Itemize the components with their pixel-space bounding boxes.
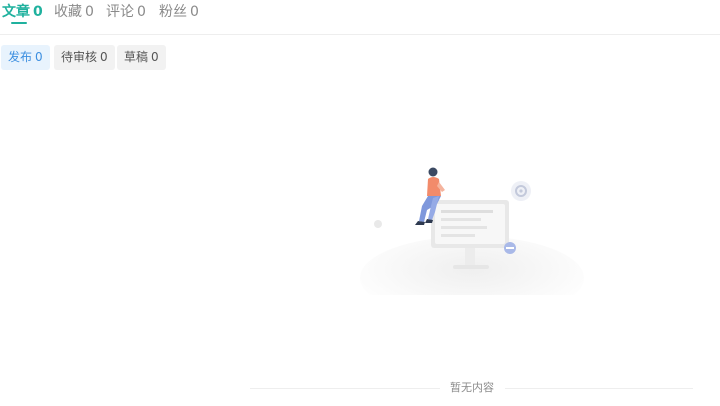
tab-label: 粉丝 — [159, 4, 187, 20]
tab-favorites[interactable]: 收藏 0 — [54, 3, 94, 21]
profile-content-page: 文章 0 收藏 0 评论 0 粉丝 0 发布 0 待审核 0 草稿 0 暂无内容 — [0, 0, 720, 406]
tab-count: 0 — [137, 4, 146, 20]
tab-comments[interactable]: 评论 0 — [106, 3, 146, 21]
filter-label: 发布 — [8, 50, 33, 64]
filter-pending-review[interactable]: 待审核 0 — [54, 45, 115, 70]
settings-bubble-icon — [511, 181, 531, 201]
tab-count: 0 — [190, 4, 199, 20]
tab-label: 收藏 — [54, 4, 82, 20]
tab-label: 文章 — [2, 4, 30, 20]
divider-right — [505, 388, 693, 389]
filter-count: 0 — [35, 50, 43, 64]
filter-drafts[interactable]: 草稿 0 — [117, 45, 166, 70]
tab-count: 0 — [85, 4, 94, 20]
filter-count: 0 — [100, 50, 108, 64]
filter-label: 草稿 — [124, 50, 149, 64]
divider-left — [250, 388, 440, 389]
empty-state-text: 暂无内容 — [446, 380, 498, 396]
filter-published[interactable]: 发布 0 — [1, 45, 50, 70]
floating-dot — [374, 220, 382, 228]
empty-state-illustration — [360, 167, 584, 295]
tab-count: 0 — [33, 4, 43, 20]
filter-label: 待审核 — [61, 50, 98, 64]
filter-count: 0 — [151, 50, 159, 64]
content-tabs: 文章 0 收藏 0 评论 0 粉丝 0 — [0, 0, 720, 35]
tab-fans[interactable]: 粉丝 0 — [159, 3, 199, 21]
minus-bubble-icon — [504, 242, 516, 254]
active-tab-indicator — [11, 22, 27, 24]
tab-articles[interactable]: 文章 0 — [2, 3, 43, 21]
tab-label: 评论 — [106, 4, 134, 20]
